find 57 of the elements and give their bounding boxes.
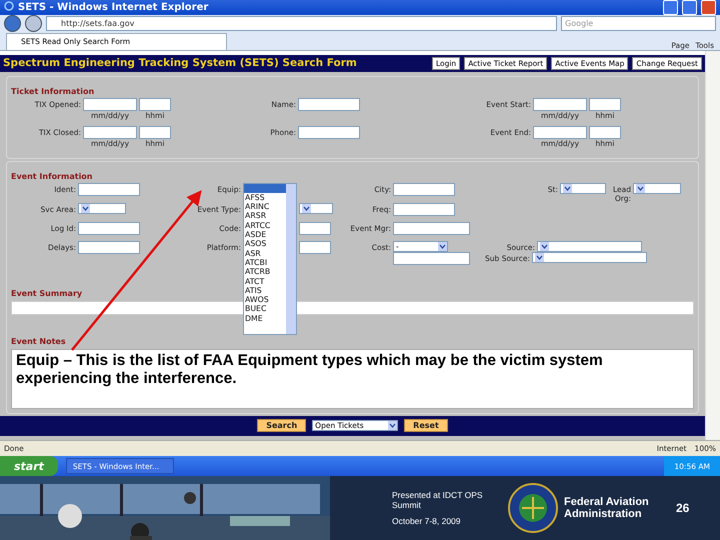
dropdown[interactable] bbox=[299, 202, 333, 214]
forward-button[interactable] bbox=[25, 15, 42, 32]
page-title: Spectrum Engineering Tracking System (SETS) Search Form bbox=[3, 57, 358, 70]
input-field[interactable] bbox=[78, 240, 140, 254]
agency-name: Federal Aviation Administration bbox=[564, 496, 650, 520]
summary-field[interactable] bbox=[11, 300, 694, 315]
caret-icon bbox=[636, 184, 645, 193]
reset-button[interactable]: Reset bbox=[404, 419, 448, 432]
date-field[interactable] bbox=[533, 126, 587, 139]
input-field[interactable] bbox=[78, 222, 140, 235]
caret-icon bbox=[535, 252, 544, 262]
input-field[interactable] bbox=[299, 240, 331, 254]
highlighted-option[interactable] bbox=[244, 184, 286, 193]
search-button[interactable]: Search bbox=[257, 419, 306, 432]
caret-icon bbox=[302, 204, 311, 213]
input-field[interactable] bbox=[298, 126, 360, 139]
dropdown[interactable] bbox=[532, 252, 647, 263]
back-button[interactable] bbox=[4, 15, 21, 32]
input-field[interactable] bbox=[78, 182, 140, 196]
input-field[interactable] bbox=[299, 222, 331, 235]
dropdown[interactable] bbox=[633, 182, 681, 194]
caret-icon bbox=[540, 242, 549, 251]
section-title: Event Notes bbox=[11, 336, 66, 346]
date-field[interactable] bbox=[533, 98, 587, 111]
notes-textarea[interactable]: Equip – This is the list of FAA Equipment types which may be the victim system experiencing the interference. bbox=[11, 348, 694, 409]
input-field[interactable] bbox=[393, 202, 455, 216]
dropdown[interactable] bbox=[560, 182, 606, 194]
start-button[interactable]: start bbox=[0, 456, 58, 476]
input-field[interactable] bbox=[393, 222, 470, 235]
window-title: SETS - Windows Internet Explorer bbox=[18, 2, 210, 14]
input-field[interactable] bbox=[393, 252, 470, 265]
caret-icon bbox=[388, 421, 398, 430]
caret-icon bbox=[563, 184, 572, 193]
caret-icon bbox=[81, 204, 90, 213]
section-title: Ticket Information bbox=[11, 86, 94, 96]
presented-text: Presented at IDCT OPS Summit bbox=[392, 490, 484, 510]
date-field[interactable] bbox=[83, 126, 137, 139]
time-field[interactable] bbox=[139, 126, 171, 139]
maximize-button[interactable] bbox=[682, 0, 697, 16]
time-field[interactable] bbox=[589, 126, 621, 139]
scrollbar[interactable] bbox=[286, 184, 296, 334]
address-field[interactable]: http://sets.faa.gov bbox=[46, 16, 557, 32]
section-title: Event Summary bbox=[11, 288, 82, 298]
minimize-button[interactable] bbox=[663, 0, 678, 16]
input-field[interactable] bbox=[393, 182, 455, 196]
slide-number: 26 bbox=[676, 501, 690, 515]
scrollbar[interactable] bbox=[705, 50, 720, 440]
dropdown[interactable] bbox=[78, 202, 126, 214]
time-field[interactable] bbox=[139, 98, 171, 111]
date-field[interactable] bbox=[83, 98, 137, 111]
caret-icon bbox=[438, 242, 447, 251]
date-text: October 7-8, 2009 bbox=[392, 516, 462, 526]
section-title: Event Information bbox=[11, 172, 92, 181]
input-field[interactable] bbox=[298, 98, 360, 111]
close-button[interactable] bbox=[701, 0, 716, 16]
time-field[interactable] bbox=[589, 98, 621, 111]
dropdown[interactable] bbox=[537, 240, 642, 252]
